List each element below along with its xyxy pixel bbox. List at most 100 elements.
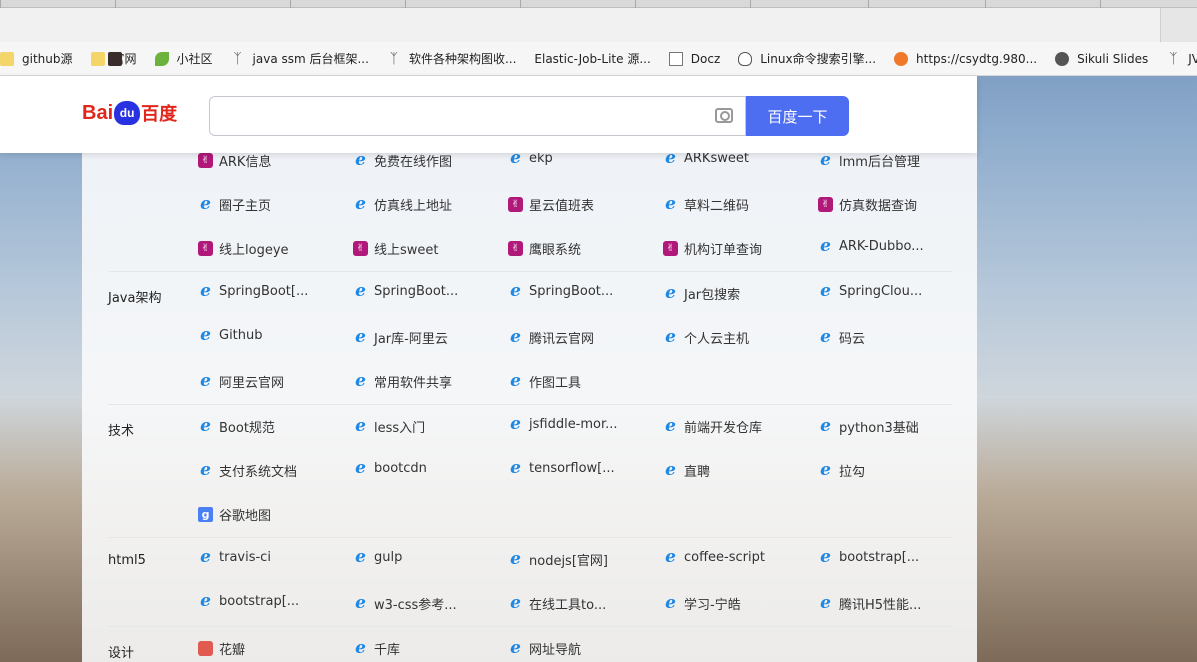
nav-link[interactable]: e 腾讯H5性能... [818, 594, 958, 614]
bookmark-item[interactable]: ᛉ 软件各种架构图收... [387, 50, 517, 67]
nav-link-label: 前端开发仓库 [684, 421, 763, 436]
nav-link[interactable]: e tensorflow[... [508, 461, 648, 476]
ie-icon: e [200, 195, 211, 214]
nav-link[interactable]: e 草料二维码 [663, 195, 803, 215]
nav-link[interactable]: ✌ 机构订单查询 [663, 239, 803, 258]
nav-link[interactable]: e lmm后台管理 [818, 151, 958, 171]
nav-link-label: 机构订单查询 [684, 243, 763, 258]
nav-link[interactable]: e 作图工具 [508, 372, 648, 392]
nav-link[interactable]: e 阿里云官网 [198, 372, 338, 392]
nav-link-label: 学习-宁皓 [684, 598, 741, 613]
nav-link[interactable]: ✌ 鹰眼系统 [508, 239, 648, 258]
camera-icon[interactable] [715, 108, 733, 123]
nav-link[interactable]: e ARKsweet [663, 151, 803, 166]
bookmark-item[interactable]: https://csydtg.980... [894, 51, 1038, 66]
bookmark-item[interactable]: Sikuli Slides [1055, 51, 1148, 66]
nav-link[interactable]: 花瓣 [198, 639, 338, 658]
nav-link[interactable]: e travis-ci [198, 550, 338, 565]
ie-icon: e [200, 284, 211, 299]
ie-icon: e [355, 328, 366, 347]
ie-icon: e [510, 594, 521, 613]
ie-icon: e [820, 151, 831, 170]
nav-link[interactable]: e bootstrap[... [818, 550, 958, 565]
bookmark-item[interactable]: Elastic-Job-Lite 源... [108, 50, 651, 67]
search-input[interactable] [209, 96, 746, 136]
ie-icon: e [665, 550, 676, 565]
tab-strip [0, 0, 1197, 8]
search-button[interactable]: 百度一下 [746, 96, 849, 136]
nav-link[interactable]: e ekp [508, 151, 648, 166]
nav-link[interactable]: e 千库 [353, 639, 493, 659]
nav-link[interactable]: e SpringBoot[... [198, 284, 338, 299]
nav-link-label: 线上logeye [219, 243, 289, 258]
linux-icon [738, 51, 753, 66]
nav-link[interactable]: e SpringBoot... [508, 284, 648, 299]
nav-link[interactable]: e 网址导航 [508, 639, 648, 659]
nav-link[interactable]: e 免费在线作图 [353, 151, 493, 171]
bookmark-item[interactable]: Linux命令搜索引擎... [738, 50, 876, 67]
nav-link[interactable]: e 常用软件共享 [353, 372, 493, 392]
nav-link[interactable]: e 腾讯云官网 [508, 328, 648, 348]
bunny-icon: ✌ [663, 241, 678, 256]
bookmark-item[interactable]: Docz [668, 51, 720, 66]
nav-link-label: 谷歌地图 [219, 509, 272, 524]
bookmark-item[interactable]: github源 [0, 50, 73, 67]
bookmark-item[interactable]: 小社区 [154, 50, 213, 67]
nav-link[interactable]: e bootstrap[... [198, 594, 338, 609]
nav-link[interactable]: e SpringClou... [818, 284, 958, 299]
nav-link-label: ARKsweet [684, 151, 749, 166]
nav-link[interactable]: e 仿真线上地址 [353, 195, 493, 215]
bunny-icon: ✌ [508, 241, 523, 256]
nav-link[interactable]: e 圈子主页 [198, 195, 338, 215]
nav-link[interactable]: e Jar包搜索 [663, 284, 803, 304]
bookmarks-bar: github源 官网 小社区 ᛉ java ssm 后台框架... ᛉ 软件各种架构图收..… [0, 42, 1197, 76]
nav-link[interactable]: e 码云 [818, 328, 958, 348]
nav-link[interactable]: e 个人云主机 [663, 328, 803, 348]
nav-link[interactable]: g 谷歌地图 [198, 505, 338, 524]
ie-icon: e [665, 461, 676, 480]
nav-link[interactable]: ✌ 线上logeye [198, 239, 338, 258]
nav-link[interactable]: e nodejs[官网] [508, 550, 648, 570]
nav-link-label: 腾讯云官网 [529, 332, 595, 347]
nav-link[interactable]: e gulp [353, 550, 493, 565]
ie-icon: e [200, 328, 211, 343]
nav-link[interactable]: e coffee-script [663, 550, 803, 565]
nav-link[interactable]: ✌ 仿真数据查询 [818, 195, 958, 214]
ie-icon: e [355, 461, 366, 476]
nav-link[interactable]: e jsfiddle-mor... [508, 417, 648, 432]
nav-link-label: 拉勾 [839, 465, 866, 480]
nav-link[interactable]: e bootcdn [353, 461, 493, 476]
nav-link[interactable]: ✌ ARK信息 [198, 151, 338, 170]
ie-icon: e [820, 417, 831, 436]
nav-link[interactable]: ✌ 线上sweet [353, 239, 493, 258]
bookmark-item[interactable]: ᛉ JV [1166, 52, 1197, 66]
bookmark-label: https://csydtg.980... [916, 51, 1038, 66]
nav-link[interactable]: e 在线工具to... [508, 594, 648, 614]
bookmark-item[interactable]: ᛉ java ssm 后台框架... [231, 50, 369, 67]
nav-link[interactable]: e 前端开发仓库 [663, 417, 803, 437]
ie-icon: e [510, 417, 521, 432]
baidu-logo[interactable]: Bai du 百度 [82, 96, 192, 130]
nav-link-label: SpringBoot... [374, 284, 459, 299]
ie-icon: e [665, 195, 676, 214]
nav-link[interactable]: e w3-css参考... [353, 594, 493, 614]
nav-link[interactable]: e 拉勾 [818, 461, 958, 481]
nav-link[interactable]: e ARK-Dubbo... [818, 239, 958, 254]
ie-icon: e [820, 461, 831, 480]
nav-link[interactable]: e 支付系统文档 [198, 461, 338, 481]
nav-link-label: w3-css参考... [374, 598, 457, 613]
nav-link[interactable]: ✌ 星云值班表 [508, 195, 648, 214]
nav-link[interactable]: e Github [198, 328, 338, 343]
nav-link[interactable]: e Boot规范 [198, 417, 338, 437]
nav-link[interactable]: e 直聘 [663, 461, 803, 481]
nav-link[interactable]: e Jar库-阿里云 [353, 328, 493, 348]
nav-link[interactable]: e 学习-宁皓 [663, 594, 803, 614]
nav-link-label: 常用软件共享 [374, 376, 453, 391]
nav-link[interactable]: e less入门 [353, 417, 493, 437]
bunny-icon: ✌ [353, 241, 368, 256]
google-icon: g [198, 507, 213, 522]
nav-link-label: 花瓣 [219, 643, 246, 658]
nav-link[interactable]: e python3基础 [818, 417, 958, 437]
address-bar[interactable] [0, 8, 1197, 42]
nav-link[interactable]: e SpringBoot... [353, 284, 493, 299]
